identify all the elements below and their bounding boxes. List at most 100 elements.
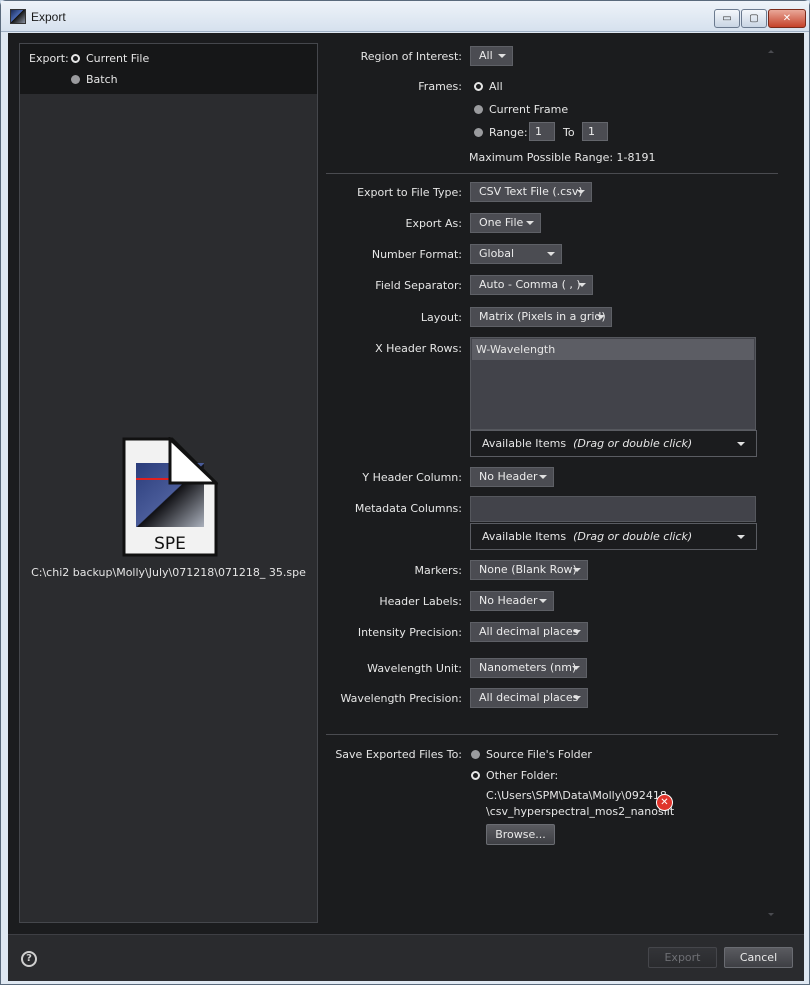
intensity-precision-value: All decimal places <box>479 625 579 638</box>
save-other-label[interactable]: Other Folder: <box>486 769 558 782</box>
file-type-label: Export to File Type: <box>357 186 462 199</box>
metadata-available-dropdown[interactable]: Available Items (Drag or double click) <box>470 523 757 550</box>
frames-all-label[interactable]: All <box>489 80 503 93</box>
number-format-dropdown[interactable]: Global <box>470 244 562 264</box>
section-divider <box>326 734 778 735</box>
y-header-value: No Header <box>479 470 538 483</box>
export-as-value: One File <box>479 216 524 229</box>
layout-value: Matrix (Pixels in a grid) <box>479 310 606 323</box>
markers-dropdown[interactable]: None (Blank Row) <box>470 560 588 580</box>
export-as-label: Export As: <box>405 217 462 230</box>
save-source-label[interactable]: Source File's Folder <box>486 748 592 761</box>
app-icon <box>10 9 26 24</box>
chevron-down-icon <box>573 696 581 700</box>
intensity-precision-dropdown[interactable]: All decimal places <box>470 622 588 642</box>
range-to-input[interactable]: 1 <box>582 122 608 141</box>
maximize-button[interactable]: ▢ <box>741 9 767 28</box>
save-source-radio[interactable] <box>471 750 480 759</box>
x-header-available-dropdown[interactable]: Available Items (Drag or double click) <box>470 430 757 457</box>
range-from-input[interactable]: 1 <box>529 122 555 141</box>
header-labels-dropdown[interactable]: No Header <box>470 591 554 611</box>
file-preview-panel: Export: Current File Batch SPE C:\chi2 b… <box>19 43 318 923</box>
dialog-body: Export: Current File Batch SPE C:\chi2 b… <box>8 33 804 981</box>
chevron-down-icon <box>539 599 547 603</box>
frames-label: Frames: <box>418 80 462 93</box>
browse-button[interactable]: Browse... <box>486 824 555 845</box>
wavelength-unit-label: Wavelength Unit: <box>367 662 462 675</box>
wavelength-precision-dropdown[interactable]: All decimal places <box>470 688 588 708</box>
available-items-label: Available Items <box>482 530 567 543</box>
header-labels-label: Header Labels: <box>379 595 462 608</box>
roi-label: Region of Interest: <box>360 50 462 63</box>
export-dialog: Export ▭ ▢ ✕ Export: Current File Batch <box>0 0 810 985</box>
close-button[interactable]: ✕ <box>768 9 806 28</box>
export-mode-group: Export: Current File Batch <box>20 44 317 94</box>
current-file-radio[interactable] <box>71 54 80 63</box>
cancel-button[interactable]: Cancel <box>724 947 793 968</box>
chevron-down-icon <box>578 283 586 287</box>
scroll-down-icon[interactable] <box>768 913 774 916</box>
header-labels-value: No Header <box>479 594 538 607</box>
wavelength-precision-value: All decimal places <box>479 691 579 704</box>
title-bar[interactable]: Export ▭ ▢ ✕ <box>1 1 809 32</box>
chevron-down-icon <box>573 630 581 634</box>
available-items-label: Available Items <box>482 437 567 450</box>
chevron-down-icon <box>737 535 745 539</box>
y-header-dropdown[interactable]: No Header <box>470 467 554 487</box>
folder-path-line1: C:\Users\SPM\Data\Molly\092418 <box>486 789 667 802</box>
wavelength-unit-dropdown[interactable]: Nanometers (nm) <box>470 658 587 678</box>
chevron-down-icon <box>526 221 534 225</box>
chevron-down-icon <box>547 252 555 256</box>
spe-file-icon: SPE <box>122 437 218 557</box>
intensity-precision-label: Intensity Precision: <box>357 626 462 639</box>
wavelength-precision-label: Wavelength Precision: <box>340 692 462 705</box>
chevron-down-icon <box>737 442 745 446</box>
batch-label[interactable]: Batch <box>86 73 118 86</box>
x-header-list[interactable]: W-Wavelength <box>470 337 756 430</box>
metadata-label: Metadata Columns: <box>354 502 462 515</box>
save-to-label: Save Exported Files To: <box>335 748 462 761</box>
chevron-down-icon <box>597 315 605 319</box>
chevron-down-icon <box>572 666 580 670</box>
file-icon-label: SPE <box>154 534 186 554</box>
frames-current-radio[interactable] <box>474 105 483 114</box>
chevron-down-icon <box>539 475 547 479</box>
layout-dropdown[interactable]: Matrix (Pixels in a grid) <box>470 307 612 327</box>
max-range-text: Maximum Possible Range: 1-8191 <box>469 151 656 164</box>
x-header-item[interactable]: W-Wavelength <box>472 339 754 360</box>
wavelength-unit-value: Nanometers (nm) <box>479 661 577 674</box>
metadata-list[interactable] <box>470 496 756 522</box>
export-mode-label: Export: <box>29 52 69 65</box>
clear-folder-error-icon[interactable]: ✕ <box>656 794 673 811</box>
minimize-button[interactable]: ▭ <box>714 9 740 28</box>
save-other-radio[interactable] <box>471 771 480 780</box>
file-type-dropdown[interactable]: CSV Text File (.csv) <box>470 182 592 202</box>
roi-dropdown[interactable]: All <box>470 46 513 66</box>
help-icon[interactable]: ? <box>21 951 37 967</box>
batch-radio[interactable] <box>71 75 80 84</box>
number-format-value: Global <box>479 247 515 260</box>
frames-range-label[interactable]: Range: <box>489 126 528 139</box>
export-button[interactable]: Export <box>648 947 717 968</box>
number-format-label: Number Format: <box>371 248 462 261</box>
roi-value: All <box>479 49 493 62</box>
chevron-down-icon <box>573 568 581 572</box>
export-settings-form: Region of Interest: All Frames: All Curr… <box>326 33 786 933</box>
field-separator-value: Auto - Comma ( , ) <box>479 278 581 291</box>
x-header-label: X Header Rows: <box>375 342 462 355</box>
scroll-up-icon[interactable] <box>768 50 774 53</box>
field-separator-dropdown[interactable]: Auto - Comma ( , ) <box>470 275 593 295</box>
window-title: Export <box>31 10 66 24</box>
export-as-dropdown[interactable]: One File <box>470 213 541 233</box>
markers-value: None (Blank Row) <box>479 563 577 576</box>
field-separator-label: Field Separator: <box>375 279 462 292</box>
frames-current-label[interactable]: Current Frame <box>489 103 568 116</box>
chevron-down-icon <box>498 54 506 58</box>
file-path: C:\chi2 backup\Molly\July\071218\071218_… <box>31 566 306 579</box>
current-file-label[interactable]: Current File <box>86 52 149 65</box>
frames-all-radio[interactable] <box>474 82 483 91</box>
y-header-label: Y Header Column: <box>362 471 462 484</box>
dialog-footer: ? Export Cancel <box>8 934 804 981</box>
chevron-down-icon <box>577 190 585 194</box>
frames-range-radio[interactable] <box>474 128 483 137</box>
